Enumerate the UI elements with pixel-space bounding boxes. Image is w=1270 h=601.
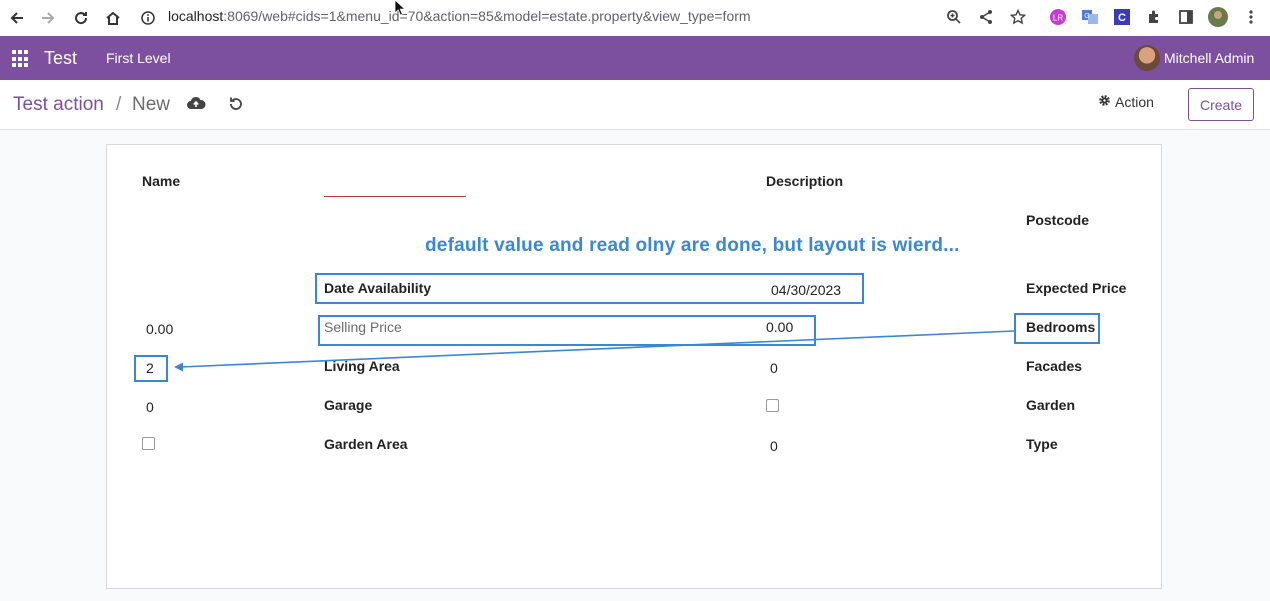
browser-menu-icon[interactable]: [1240, 6, 1262, 28]
description-label: Description: [766, 173, 844, 189]
profile-avatar-icon[interactable]: [1207, 6, 1229, 28]
annotation-note: default value and read olny are done, bu…: [425, 235, 960, 256]
extension-lr-icon[interactable]: LR: [1047, 6, 1069, 28]
facades-field[interactable]: 0: [146, 399, 154, 415]
zoom-icon[interactable]: [943, 6, 965, 28]
app-name[interactable]: Test: [44, 48, 77, 69]
breadcrumb-separator: /: [116, 94, 122, 115]
browser-toolbar: localhost:8069/web#cids=1&menu_id=70&act…: [0, 0, 1270, 36]
translate-extension-icon[interactable]: G: [1079, 6, 1101, 28]
user-avatar[interactable]: [1134, 45, 1160, 71]
annotation-box-bedrooms-label: [1014, 313, 1100, 344]
name-label: Name: [142, 173, 181, 189]
garden-label: Garden: [1026, 397, 1076, 413]
mouse-cursor-icon: [394, 0, 407, 21]
living-area-field[interactable]: 0: [770, 360, 778, 376]
discard-undo-icon[interactable]: [227, 95, 245, 113]
gear-icon: [1098, 94, 1111, 110]
forward-icon[interactable]: [34, 4, 62, 32]
site-info-icon[interactable]: [140, 4, 156, 32]
home-icon[interactable]: [99, 4, 127, 32]
back-icon[interactable]: [3, 4, 31, 32]
svg-text:LR: LR: [1053, 14, 1063, 23]
star-icon[interactable]: [1007, 6, 1029, 28]
url-host: localhost: [168, 8, 224, 24]
garden-area-field[interactable]: 0: [770, 438, 778, 454]
action-label: Action: [1115, 94, 1154, 110]
garden-area-label: Garden Area: [324, 436, 408, 452]
annotation-box-bedrooms-value: [134, 355, 168, 382]
type-label: Type: [1026, 436, 1058, 452]
garden-checkbox[interactable]: [142, 437, 155, 450]
svg-text:C: C: [1118, 12, 1126, 24]
share-icon[interactable]: [975, 6, 997, 28]
odoo-main-navbar: Test First Level Mitchell Admin: [0, 36, 1270, 80]
sidepanel-icon[interactable]: [1175, 6, 1197, 28]
name-input[interactable]: [324, 196, 466, 197]
form-sheet: [106, 144, 1162, 589]
expected-price-field[interactable]: 0.00: [146, 321, 173, 337]
breadcrumb-root[interactable]: Test action: [13, 94, 104, 116]
reload-icon[interactable]: [67, 4, 95, 32]
save-cloud-icon[interactable]: [186, 95, 206, 113]
apps-menu-icon[interactable]: [12, 50, 30, 68]
annotation-box-date-row: [315, 273, 864, 304]
extensions-puzzle-icon[interactable]: [1143, 6, 1165, 28]
action-menu-button[interactable]: Action: [1098, 94, 1154, 110]
breadcrumb-current: New: [132, 94, 171, 115]
postcode-label: Postcode: [1026, 212, 1090, 228]
expected-price-label: Expected Price: [1026, 280, 1127, 296]
url-path: :8069/web#cids=1&menu_id=70&action=85&mo…: [223, 8, 751, 24]
svg-text:G: G: [1084, 13, 1089, 20]
annotation-box-selling-row: [318, 315, 816, 346]
c-extension-icon[interactable]: C: [1111, 6, 1133, 28]
garage-checkbox[interactable]: [766, 399, 779, 412]
menu-item-first-level[interactable]: First Level: [106, 50, 171, 66]
create-button[interactable]: Create: [1188, 88, 1254, 121]
user-name[interactable]: Mitchell Admin: [1164, 50, 1254, 66]
facades-label: Facades: [1026, 358, 1083, 374]
address-bar[interactable]: localhost:8069/web#cids=1&menu_id=70&act…: [168, 8, 751, 24]
control-panel: Test action / New Action Create: [0, 80, 1270, 130]
garage-label: Garage: [324, 397, 373, 413]
living-area-label: Living Area: [324, 358, 400, 374]
